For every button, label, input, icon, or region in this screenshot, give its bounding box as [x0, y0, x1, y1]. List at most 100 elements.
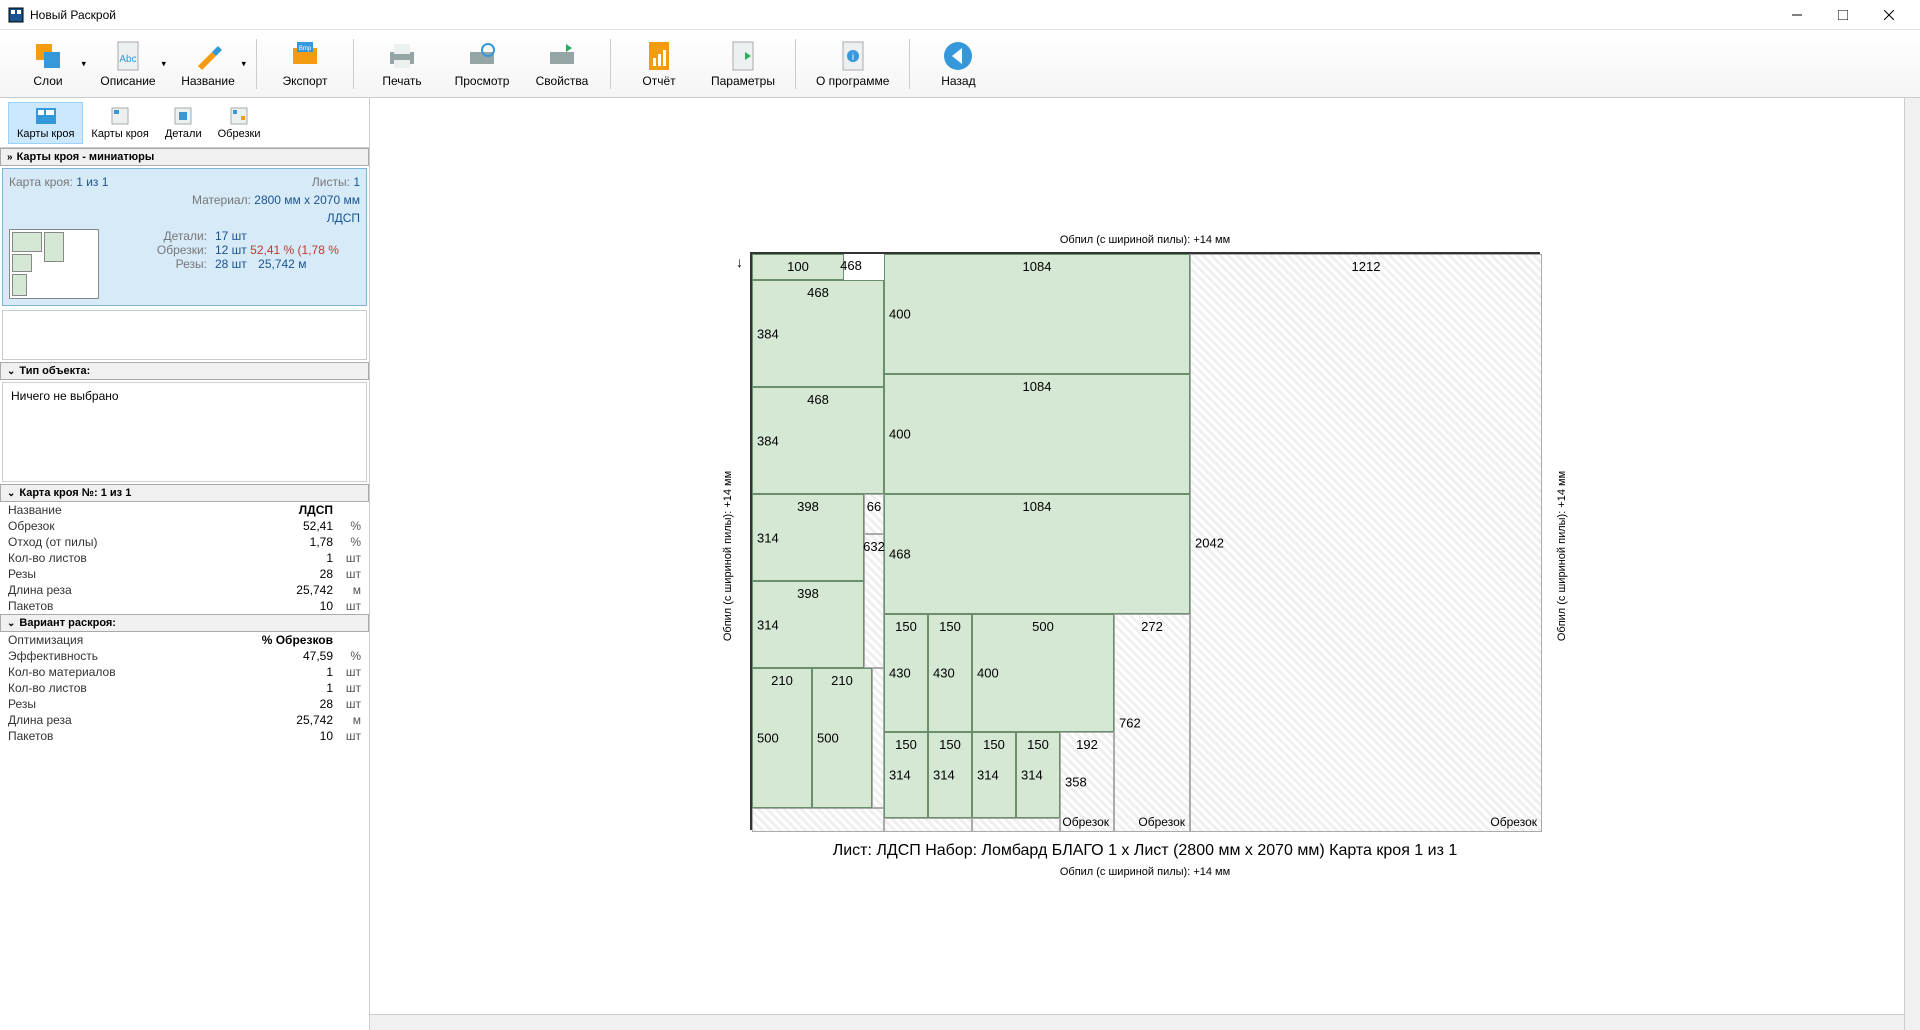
preview-button[interactable]: Просмотр — [442, 34, 522, 94]
arrow-down-icon: ↓ — [736, 254, 743, 270]
property-row: Резы28шт — [0, 696, 369, 712]
chevron-down-icon: ▾ — [81, 58, 86, 69]
minimize-button[interactable] — [1774, 0, 1820, 30]
cut-piece[interactable]: 150430 — [928, 614, 972, 732]
thumbnail-card[interactable]: Карта кроя: 1 из 1 Листы: 1 Материал: 28… — [2, 168, 367, 306]
toolbar-separator — [909, 39, 910, 89]
cut-piece[interactable]: 1084400 — [884, 254, 1190, 374]
cut-piece[interactable]: 500400 — [972, 614, 1114, 732]
toolbar-separator — [353, 39, 354, 89]
cut-piece[interactable]: 210500 — [752, 668, 812, 808]
name-button[interactable]: Название▾ — [168, 34, 248, 94]
description-button[interactable]: AbcОписание▾ — [88, 34, 168, 94]
property-row: Длина реза25,742м — [0, 582, 369, 598]
main-toolbar: Слои▾ AbcОписание▾ Название▾ BmpЭкспорт … — [0, 30, 1920, 98]
waste-piece[interactable] — [884, 818, 972, 832]
cut-piece[interactable]: 1084468 — [884, 494, 1190, 614]
toolbar-separator — [256, 39, 257, 89]
property-row: Оптимизация% Обрезков — [0, 632, 369, 648]
property-row: Отход (от пилы)1,78% — [0, 534, 369, 550]
layers-button[interactable]: Слои▾ — [8, 34, 88, 94]
cut-piece[interactable]: 398314 — [752, 581, 864, 668]
waste-piece[interactable]: 66 — [864, 494, 884, 534]
chevron-icon: ⌄ — [7, 366, 15, 377]
obpil-right-label: Обпил (с шириной пилы): +14 мм — [1556, 471, 1568, 641]
cut-piece[interactable]: 150314 — [1016, 732, 1060, 818]
waste-piece[interactable]: 272762Обрезок — [1114, 614, 1190, 832]
map-properties: НазваниеЛДСПОбрезок52,41%Отход (от пилы)… — [0, 502, 369, 614]
property-row: Кол-во материалов1шт — [0, 664, 369, 680]
cut-piece[interactable]: 210500 — [812, 668, 872, 808]
property-row: Длина реза25,742м — [0, 712, 369, 728]
vertical-scrollbar[interactable] — [1904, 98, 1920, 1030]
cut-piece[interactable]: 150314 — [928, 732, 972, 818]
property-row: Резы28шт — [0, 566, 369, 582]
svg-text:Bmp: Bmp — [299, 46, 312, 52]
property-row: Эффективность47,59% — [0, 648, 369, 664]
thumbnail-preview — [9, 229, 99, 299]
waste-piece[interactable] — [752, 808, 884, 832]
property-row: Кол-во листов1шт — [0, 680, 369, 696]
obpil-left-label: Обпил (с шириной пилы): +14 мм — [722, 471, 734, 641]
chevron-down-icon: ▾ — [241, 58, 246, 69]
cut-piece[interactable]: 1084400 — [884, 374, 1190, 494]
properties-button[interactable]: Свойства — [522, 34, 602, 94]
svg-text:Abc: Abc — [119, 54, 136, 65]
parameters-button[interactable]: Параметры — [699, 34, 787, 94]
waste-piece[interactable]: 192358Обрезок — [1060, 732, 1114, 832]
property-row: Пакетов10шт — [0, 728, 369, 744]
chevron-down-icon: ▾ — [161, 58, 166, 69]
cut-piece[interactable]: 468384 — [752, 387, 884, 494]
report-button[interactable]: Отчёт — [619, 34, 699, 94]
cut-piece[interactable]: 150314 — [884, 732, 928, 818]
tab-details[interactable]: Детали — [157, 103, 210, 143]
property-row: Кол-во листов1шт — [0, 550, 369, 566]
cut-piece[interactable]: 150430 — [884, 614, 928, 732]
waste-piece[interactable]: 12122042Обрезок — [1190, 254, 1542, 832]
chevron-icon: ⌄ — [7, 488, 15, 499]
cut-piece[interactable]: 150314 — [972, 732, 1016, 818]
svg-text:i: i — [852, 52, 854, 63]
waste-piece[interactable] — [972, 818, 1060, 832]
section-type-header[interactable]: ⌄Тип объекта: — [0, 362, 369, 380]
waste-piece[interactable]: 632 — [864, 534, 884, 668]
property-row: НазваниеЛДСП — [0, 502, 369, 518]
section-variant-header[interactable]: ⌄Вариант раскроя: — [0, 614, 369, 632]
chevron-icon: » — [7, 152, 13, 163]
app-icon — [8, 7, 24, 23]
about-button[interactable]: iО программе — [804, 34, 901, 94]
tab-waste[interactable]: Обрезки — [210, 103, 269, 143]
window-title: Новый Раскрой — [30, 8, 1774, 22]
tab-cut-maps-2[interactable]: Карты кроя — [83, 103, 156, 143]
property-row: Обрезок52,41% — [0, 518, 369, 534]
back-button[interactable]: Назад — [918, 34, 998, 94]
horizontal-scrollbar[interactable] — [370, 1014, 1920, 1030]
cut-piece[interactable]: 468384 — [752, 280, 884, 387]
secondary-toolbar: Карты кроя Карты кроя Детали Обрезки — [0, 98, 369, 148]
property-row: Пакетов10шт — [0, 598, 369, 614]
cut-piece-label: 468 — [752, 254, 884, 280]
print-button[interactable]: Печать — [362, 34, 442, 94]
right-panel: Обпил (с шириной пилы): +14 мм → ↓ Обпил… — [370, 98, 1920, 1030]
obpil-top-label: Обпил (с шириной пилы): +14 мм — [1060, 234, 1230, 246]
close-button[interactable] — [1866, 0, 1912, 30]
cut-piece[interactable]: 398314 — [752, 494, 864, 581]
variant-properties: Оптимизация% ОбрезковЭффективность47,59%… — [0, 632, 369, 744]
diagram-area[interactable]: Обпил (с шириной пилы): +14 мм → ↓ Обпил… — [370, 98, 1920, 1014]
sheet-box: 1004683844683843983143983146663221050021… — [750, 252, 1540, 830]
chevron-icon: ⌄ — [7, 618, 15, 629]
titlebar: Новый Раскрой — [0, 0, 1920, 30]
waste-piece[interactable] — [872, 668, 884, 808]
tab-cut-maps-1[interactable]: Карты кроя — [8, 102, 83, 144]
obpil-bottom-label: Обпил (с шириной пилы): +14 мм — [1060, 866, 1230, 878]
section-thumbnails-header[interactable]: »Карты кроя - миниатюры — [0, 148, 369, 166]
type-body: Ничего не выбрано — [2, 382, 367, 482]
left-panel: Карты кроя Карты кроя Детали Обрезки »Ка… — [0, 98, 370, 1030]
section-map-header[interactable]: ⌄Карта кроя №: 1 из 1 — [0, 484, 369, 502]
toolbar-separator — [610, 39, 611, 89]
toolbar-separator — [795, 39, 796, 89]
sheet-caption: Лист: ЛДСП Набор: Ломбард БЛАГО 1 x Лист… — [750, 842, 1540, 860]
empty-area — [2, 310, 367, 360]
export-button[interactable]: BmpЭкспорт — [265, 34, 345, 94]
maximize-button[interactable] — [1820, 0, 1866, 30]
